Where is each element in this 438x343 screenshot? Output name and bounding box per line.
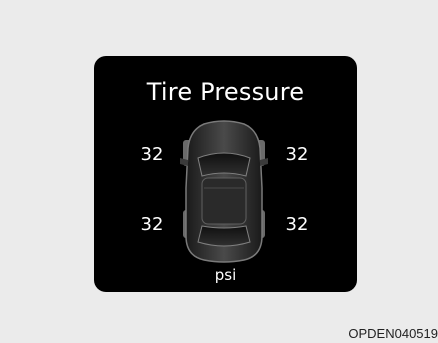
front-left-pressure: 32 (140, 144, 164, 165)
rear-left-pressure: 32 (140, 214, 164, 235)
tire-pressure-display: Tire Pressure 32 32 32 32 psi (94, 56, 357, 292)
display-title: Tire Pressure (146, 78, 305, 106)
windshield (197, 152, 251, 177)
car-top-view-icon (180, 120, 268, 263)
pressure-unit: psi (214, 266, 237, 284)
image-code-caption: OPDEN040519 (348, 326, 438, 341)
roof (201, 177, 247, 225)
rear-window (197, 225, 251, 247)
rear-right-pressure: 32 (285, 214, 309, 235)
front-right-pressure: 32 (285, 144, 309, 165)
